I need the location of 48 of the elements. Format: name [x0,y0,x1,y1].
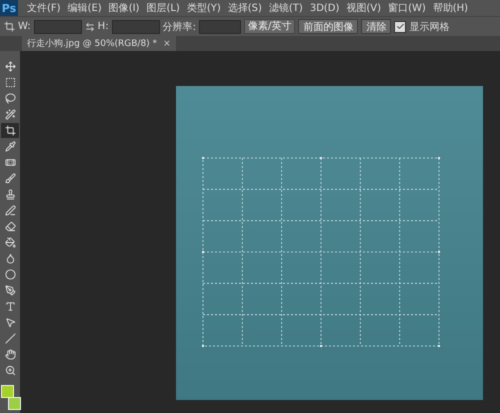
show-grid-label: 显示网格 [409,20,450,34]
app-logo: Ps [0,0,18,16]
check-icon [396,22,405,31]
wand-icon [4,109,16,120]
crop-grid-drawing[interactable] [202,157,440,347]
swap-icon[interactable] [84,22,95,32]
eyedropper-icon [4,141,16,152]
menu-item[interactable]: 3D(D) [308,2,342,14]
height-input[interactable] [112,20,160,34]
crop-tool[interactable] [1,123,19,138]
move-icon [4,61,16,72]
document-tab[interactable]: 行走小狗.jpg @ 50%(RGB/8) * × [22,36,176,51]
menu-item[interactable]: 视图(V) [344,1,384,15]
menu-item[interactable]: 滤镜(T) [266,1,305,15]
menu-item[interactable]: 类型(Y) [184,1,223,15]
close-tab-button[interactable]: × [163,38,171,48]
resolution-input[interactable] [198,20,241,34]
menu-item[interactable]: 帮助(H) [430,1,470,15]
bucket-icon [4,237,16,248]
marquee-icon [4,77,16,88]
lasso-icon [4,93,16,104]
menu-item[interactable]: 窗口(W) [386,1,428,15]
width-label: W: [18,21,31,32]
stamp-icon [4,189,16,200]
document-tab-title: 行走小狗.jpg @ 50%(RGB/8) * [27,38,158,50]
resolution-label: 分辨率: [162,20,196,34]
menu-item[interactable]: 图像(I) [106,1,142,15]
pen-icon [4,285,16,296]
unit-select[interactable]: 像素/英寸 [244,19,296,34]
crop-icon[interactable] [4,21,15,32]
crop-icon [4,125,16,136]
brush-icon [4,173,16,184]
zoom-icon [4,365,16,376]
menu-item[interactable]: 选择(S) [226,1,264,15]
hand-icon [4,349,16,360]
menu-item[interactable]: 文件(F) [25,1,63,15]
height-label: H: [98,21,109,32]
type-icon [4,301,16,312]
show-grid-checkbox[interactable] [394,20,406,32]
width-input[interactable] [34,20,82,34]
background-color-swatch[interactable] [8,397,21,410]
clear-button[interactable]: 清除 [361,19,392,34]
eraser-icon [4,221,16,232]
line-icon [4,333,16,344]
front-image-button[interactable]: 前面的图像 [298,19,358,34]
menu-item[interactable]: 图层(L) [144,1,182,15]
foreground-color-swatch[interactable] [1,385,14,398]
menu-item[interactable]: 编辑(E) [66,1,104,15]
